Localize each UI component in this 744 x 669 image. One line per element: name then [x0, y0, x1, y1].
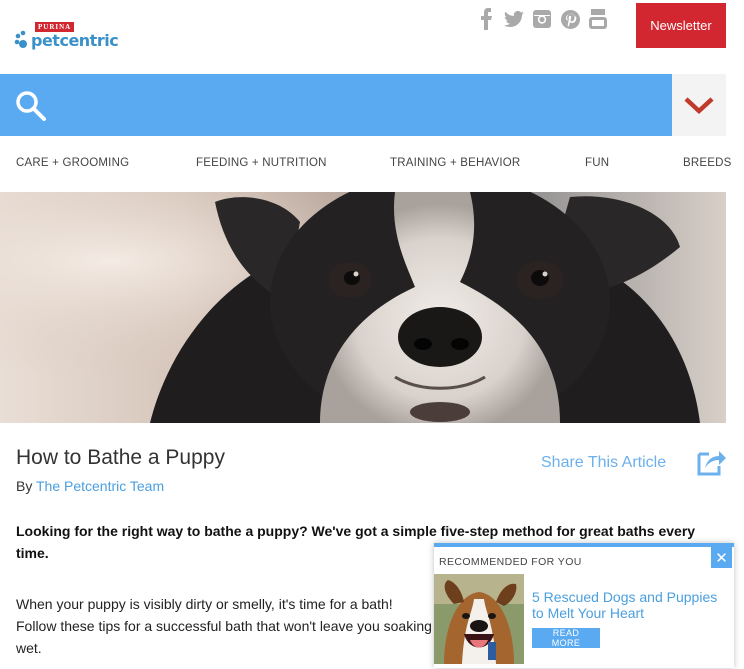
menu-dropdown-button[interactable]: [672, 74, 726, 136]
header-edge: [726, 74, 744, 136]
nav-item-care-grooming[interactable]: CARE + GROOMING: [16, 157, 129, 169]
article-title: How to Bathe a Puppy: [16, 446, 225, 469]
article-paragraph: When your puppy is visibly dirty or smel…: [16, 596, 432, 656]
facebook-icon[interactable]: [476, 8, 496, 30]
recommended-thumbnail[interactable]: [434, 574, 524, 664]
read-more-button[interactable]: READ MORE: [532, 628, 600, 648]
social-links: [476, 8, 608, 30]
instagram-icon[interactable]: [532, 8, 552, 30]
recommended-title-link[interactable]: 5 Rescued Dogs and Puppies to Melt Your …: [532, 589, 722, 621]
byline: By The Petcentric Team: [16, 478, 164, 494]
close-button[interactable]: ✕: [711, 547, 732, 568]
byline-prefix: By: [16, 478, 33, 494]
share-icon[interactable]: [695, 446, 727, 478]
chevron-down-icon: [684, 97, 714, 115]
petcentric-logo[interactable]: PURINA petcentric: [14, 20, 119, 56]
puppy-photo: [0, 192, 726, 423]
recommended-popup: RECOMMENDED FOR YOU ✕ 5 Rescued Dogs and…: [434, 543, 734, 668]
nav-item-feeding-nutrition[interactable]: FEEDING + NUTRITION: [196, 157, 327, 169]
twitter-icon[interactable]: [504, 8, 524, 30]
youtube-icon[interactable]: [588, 8, 608, 30]
author-link[interactable]: The Petcentric Team: [36, 478, 164, 494]
boxer-puppy-photo: [434, 574, 524, 664]
nav-item-training-behavior[interactable]: TRAINING + BEHAVIOR: [390, 157, 520, 169]
newsletter-button[interactable]: Newsletter: [636, 3, 726, 48]
hero-image: [0, 192, 726, 423]
recommended-label: RECOMMENDED FOR YOU: [439, 556, 582, 568]
pinterest-icon[interactable]: [560, 8, 580, 30]
search-bar[interactable]: [0, 74, 672, 136]
nav-item-breeds[interactable]: BREEDS: [683, 157, 732, 169]
logo-name: petcentric: [31, 31, 119, 50]
search-icon[interactable]: [14, 89, 48, 123]
nav-item-fun[interactable]: FUN: [585, 157, 609, 169]
main-nav: CARE + GROOMING FEEDING + NUTRITION TRAI…: [0, 157, 744, 173]
share-article-link[interactable]: Share This Article: [541, 454, 666, 472]
